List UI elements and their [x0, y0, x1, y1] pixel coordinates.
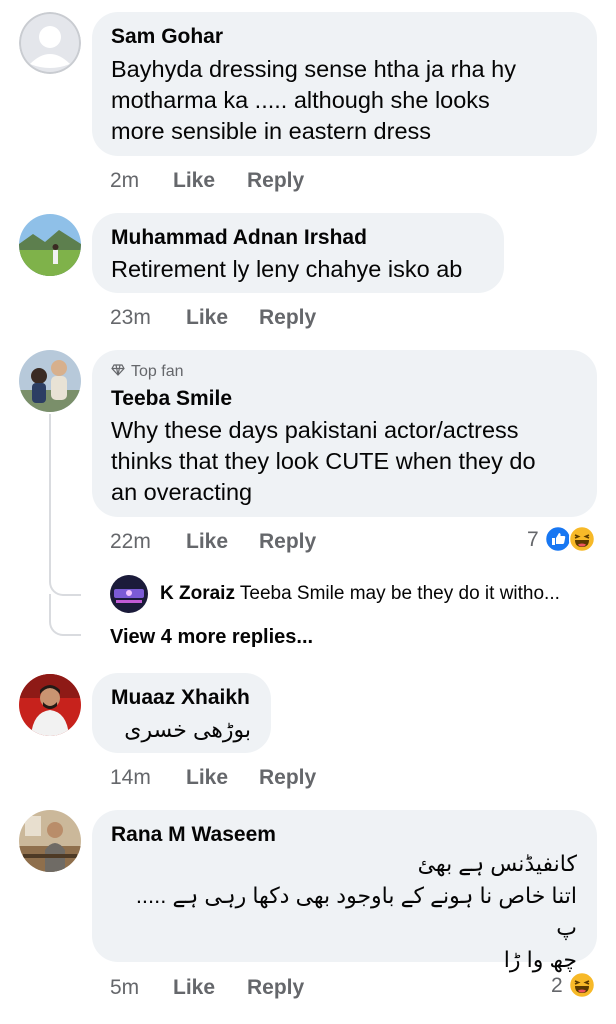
comment-author[interactable]: Muhammad Adnan Irshad: [111, 226, 367, 250]
comment-bubble: Top fan Teeba Smile Why these days pakis…: [92, 350, 597, 517]
comment-text: کانفیڈنس ہے بھئ اتنا خاص نا ہونے کے باوج…: [135, 851, 577, 972]
comment-bubble: Sam Gohar Bayhyda dressing sense htha ja…: [92, 12, 597, 156]
avatar-rana-m-waseem[interactable]: [19, 810, 81, 872]
comment-time[interactable]: 23m: [110, 306, 151, 330]
reply-button[interactable]: Reply: [247, 169, 304, 193]
profile-photo-icon: [19, 810, 81, 872]
reply-text: Teeba Smile may be they do it witho...: [239, 583, 560, 604]
diamond-icon: [111, 364, 125, 376]
like-button[interactable]: Like: [173, 976, 215, 1000]
haha-reaction-icon: [569, 526, 595, 552]
comment-bubble: Rana M Waseem کانفیڈنس ہے بھئ اتنا خاص ن…: [92, 810, 597, 972]
like-button[interactable]: Like: [186, 766, 228, 790]
landscape-photo-icon: [19, 214, 81, 276]
reply-button[interactable]: Reply: [247, 976, 304, 1000]
comment-time[interactable]: 14m: [110, 766, 151, 790]
comment-author[interactable]: Sam Gohar: [111, 25, 223, 49]
comment-text: Bayhyda dressing sense htha ja rha hy mo…: [111, 56, 516, 144]
comment-time[interactable]: 2m: [110, 169, 139, 193]
reply-button[interactable]: Reply: [259, 306, 316, 330]
like-button[interactable]: Like: [186, 530, 228, 554]
view-more-replies-link[interactable]: View 4 more replies...: [110, 626, 313, 649]
like-reaction-icon: [545, 526, 571, 552]
reaction-count: 2: [551, 974, 563, 997]
reply-button[interactable]: Reply: [259, 766, 316, 790]
default-avatar-icon: [19, 12, 81, 74]
reaction-count: 7: [527, 528, 539, 551]
avatar-teeba-smile[interactable]: [19, 350, 81, 412]
avatar-muhammad-adnan-irshad[interactable]: [19, 214, 81, 276]
profile-photo-icon: [19, 674, 81, 736]
comment-text: Why these days pakistani actor/actress t…: [111, 417, 536, 505]
profile-photo-icon: [110, 575, 148, 613]
like-button[interactable]: Like: [186, 306, 228, 330]
top-fan-badge: Top fan: [111, 363, 183, 381]
comment-bubble: Muaaz Xhaikh بوڑھی خسری: [92, 673, 271, 753]
reply-button[interactable]: Reply: [259, 530, 316, 554]
avatar-sam-gohar[interactable]: [19, 12, 81, 74]
avatar-k-zoraiz[interactable]: [110, 575, 148, 613]
profile-photo-icon: [19, 350, 81, 412]
haha-reaction-icon: [569, 972, 595, 998]
reply-author[interactable]: K Zoraiz: [160, 583, 235, 604]
comment-text: Retirement ly leny chahye isko ab: [111, 256, 463, 282]
thread-connector: [49, 594, 81, 636]
comment-author[interactable]: Teeba Smile: [111, 387, 232, 411]
thread-connector: [49, 574, 81, 596]
avatar-muaaz-xhaikh[interactable]: [19, 674, 81, 736]
like-button[interactable]: Like: [173, 169, 215, 193]
comment-time[interactable]: 22m: [110, 530, 151, 554]
comment-bubble: Muhammad Adnan Irshad Retirement ly leny…: [92, 213, 504, 293]
reply-preview[interactable]: K Zoraiz Teeba Smile may be they do it w…: [160, 583, 560, 605]
comment-author[interactable]: Muaaz Xhaikh: [111, 686, 250, 710]
comment-time[interactable]: 5m: [110, 976, 139, 1000]
comment-author[interactable]: Rana M Waseem: [111, 823, 276, 847]
thread-line: [49, 414, 51, 574]
comment-text: بوڑھی خسری: [124, 717, 251, 742]
